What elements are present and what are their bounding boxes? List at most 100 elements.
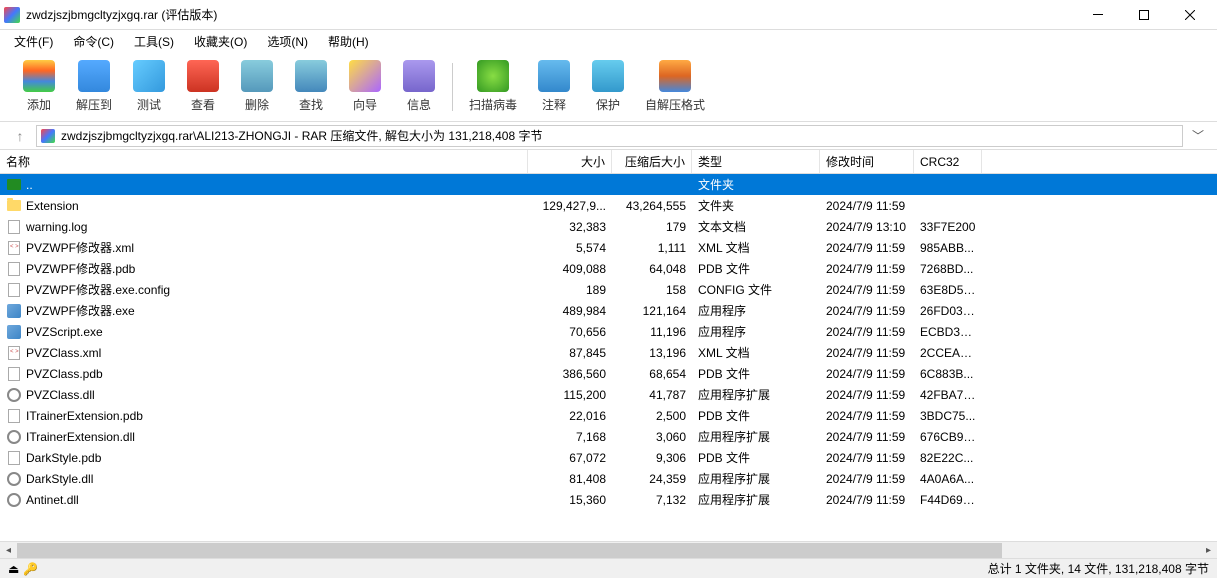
file-row[interactable]: ITrainerExtension.dll7,1683,060应用程序扩展202… [0,426,1217,447]
xml-icon [6,345,22,361]
file-crc: 42FBA7CF [914,388,982,402]
file-date: 2024/7/9 11:59 [820,346,914,360]
file-date: 2024/7/9 11:59 [820,262,914,276]
file-type: CONFIG 文件 [692,281,820,298]
view-button[interactable]: 查看 [176,56,230,117]
file-row[interactable]: PVZScript.exe70,65611,196应用程序2024/7/9 11… [0,321,1217,342]
file-date: 2024/7/9 13:10 [820,220,914,234]
scroll-thumb[interactable] [17,543,1002,558]
comment-icon [538,60,570,92]
menu-help[interactable]: 帮助(H) [318,31,379,52]
file-compressed: 121,164 [612,304,692,318]
file-row[interactable]: ITrainerExtension.pdb22,0162,500PDB 文件20… [0,405,1217,426]
file-name: warning.log [26,220,87,234]
sfx-button[interactable]: 自解压格式 [635,56,715,117]
comment-button[interactable]: 注释 [527,56,581,117]
file-type: 应用程序扩展 [692,491,820,508]
path-text: zwdzjszjbmgcltyzjxgq.rar\ALI213-ZHONGJI … [61,127,542,144]
file-size: 489,984 [528,304,612,318]
header-name[interactable]: 名称 [0,150,528,173]
header-type[interactable]: 类型 [692,150,820,173]
gear-icon [6,429,22,445]
file-row[interactable]: warning.log32,383179文本文档2024/7/9 13:1033… [0,216,1217,237]
file-type: PDB 文件 [692,407,820,424]
xml-icon [6,240,22,256]
file-type: 应用程序扩展 [692,386,820,403]
menu-favorites[interactable]: 收藏夹(O) [184,31,257,52]
add-button[interactable]: 添加 [12,56,66,117]
scroll-left-button[interactable]: ◂ [0,542,17,559]
header-date[interactable]: 修改时间 [820,150,914,173]
file-size: 87,845 [528,346,612,360]
scan-button[interactable]: 扫描病毒 [459,56,527,117]
file-date: 2024/7/9 11:59 [820,409,914,423]
scroll-right-button[interactable]: ▸ [1200,542,1217,559]
file-row[interactable]: PVZWPF修改器.xml5,5741,111XML 文档2024/7/9 11… [0,237,1217,258]
maximize-button[interactable] [1121,0,1167,30]
find-button[interactable]: 查找 [284,56,338,117]
horizontal-scrollbar[interactable]: ◂ ▸ [0,541,1217,558]
menu-file[interactable]: 文件(F) [4,31,63,52]
window-title: zwdzjszjbmgcltyzjxgq.rar (评估版本) [26,6,1075,23]
file-date: 2024/7/9 11:59 [820,388,914,402]
header-size[interactable]: 大小 [528,150,612,173]
minimize-button[interactable] [1075,0,1121,30]
file-type: PDB 文件 [692,365,820,382]
file-date: 2024/7/9 11:59 [820,283,914,297]
file-size: 22,016 [528,409,612,423]
exe-icon [6,324,22,340]
file-row[interactable]: PVZWPF修改器.exe489,984121,164应用程序2024/7/9 … [0,300,1217,321]
info-icon [403,60,435,92]
info-button[interactable]: 信息 [392,56,446,117]
file-type: 文本文档 [692,218,820,235]
menu-options[interactable]: 选项(N) [257,31,318,52]
file-crc: 82E22C... [914,451,982,465]
file-name: PVZClass.pdb [26,367,103,381]
close-button[interactable] [1167,0,1213,30]
file-row[interactable]: Extension129,427,9...43,264,555文件夹2024/7… [0,195,1217,216]
file-row[interactable]: PVZClass.dll115,20041,787应用程序扩展2024/7/9 … [0,384,1217,405]
file-row[interactable]: PVZClass.xml87,84513,196XML 文档2024/7/9 1… [0,342,1217,363]
file-crc: 985ABB... [914,241,982,255]
file-date: 2024/7/9 11:59 [820,325,914,339]
file-name: PVZWPF修改器.xml [26,239,134,256]
up-button[interactable]: ↑ [10,126,30,146]
file-crc: 63E8D557 [914,283,982,297]
file-name: Antinet.dll [26,493,79,507]
file-date: 2024/7/9 11:59 [820,367,914,381]
file-date: 2024/7/9 11:59 [820,451,914,465]
menu-tools[interactable]: 工具(S) [124,31,184,52]
file-row[interactable]: PVZClass.pdb386,56068,654PDB 文件2024/7/9 … [0,363,1217,384]
file-date: 2024/7/9 11:59 [820,199,914,213]
file-compressed: 43,264,555 [612,199,692,213]
test-button[interactable]: 测试 [122,56,176,117]
menu-command[interactable]: 命令(C) [63,31,124,52]
file-type: 应用程序 [692,302,820,319]
header-compressed[interactable]: 压缩后大小 [612,150,692,173]
file-compressed: 64,048 [612,262,692,276]
file-compressed: 158 [612,283,692,297]
file-type: 应用程序 [692,323,820,340]
protect-button[interactable]: 保护 [581,56,635,117]
file-name: ITrainerExtension.dll [26,430,135,444]
protect-icon [592,60,624,92]
toolbar: 添加 解压到 测试 查看 删除 查找 向导 信息 扫描病毒 注释 保护 自解压格… [0,52,1217,122]
file-row[interactable]: PVZWPF修改器.exe.config189158CONFIG 文件2024/… [0,279,1217,300]
file-list[interactable]: ..文件夹Extension129,427,9...43,264,555文件夹2… [0,174,1217,510]
page-icon [6,282,22,298]
app-icon [4,7,20,23]
extract-button[interactable]: 解压到 [66,56,122,117]
disk-icon: ⏏ [8,562,19,576]
path-dropdown[interactable]: ﹀ [1189,127,1207,144]
delete-button[interactable]: 删除 [230,56,284,117]
file-row[interactable]: DarkStyle.pdb67,0729,306PDB 文件2024/7/9 1… [0,447,1217,468]
path-input[interactable]: zwdzjszjbmgcltyzjxgq.rar\ALI213-ZHONGJI … [36,125,1183,147]
file-row[interactable]: Antinet.dll15,3607,132应用程序扩展2024/7/9 11:… [0,489,1217,510]
file-row[interactable]: PVZWPF修改器.pdb409,08864,048PDB 文件2024/7/9… [0,258,1217,279]
file-row[interactable]: DarkStyle.dll81,40824,359应用程序扩展2024/7/9 … [0,468,1217,489]
file-type: XML 文档 [692,239,820,256]
wizard-button[interactable]: 向导 [338,56,392,117]
file-row[interactable]: ..文件夹 [0,174,1217,195]
add-icon [23,60,55,92]
header-crc[interactable]: CRC32 [914,150,982,173]
